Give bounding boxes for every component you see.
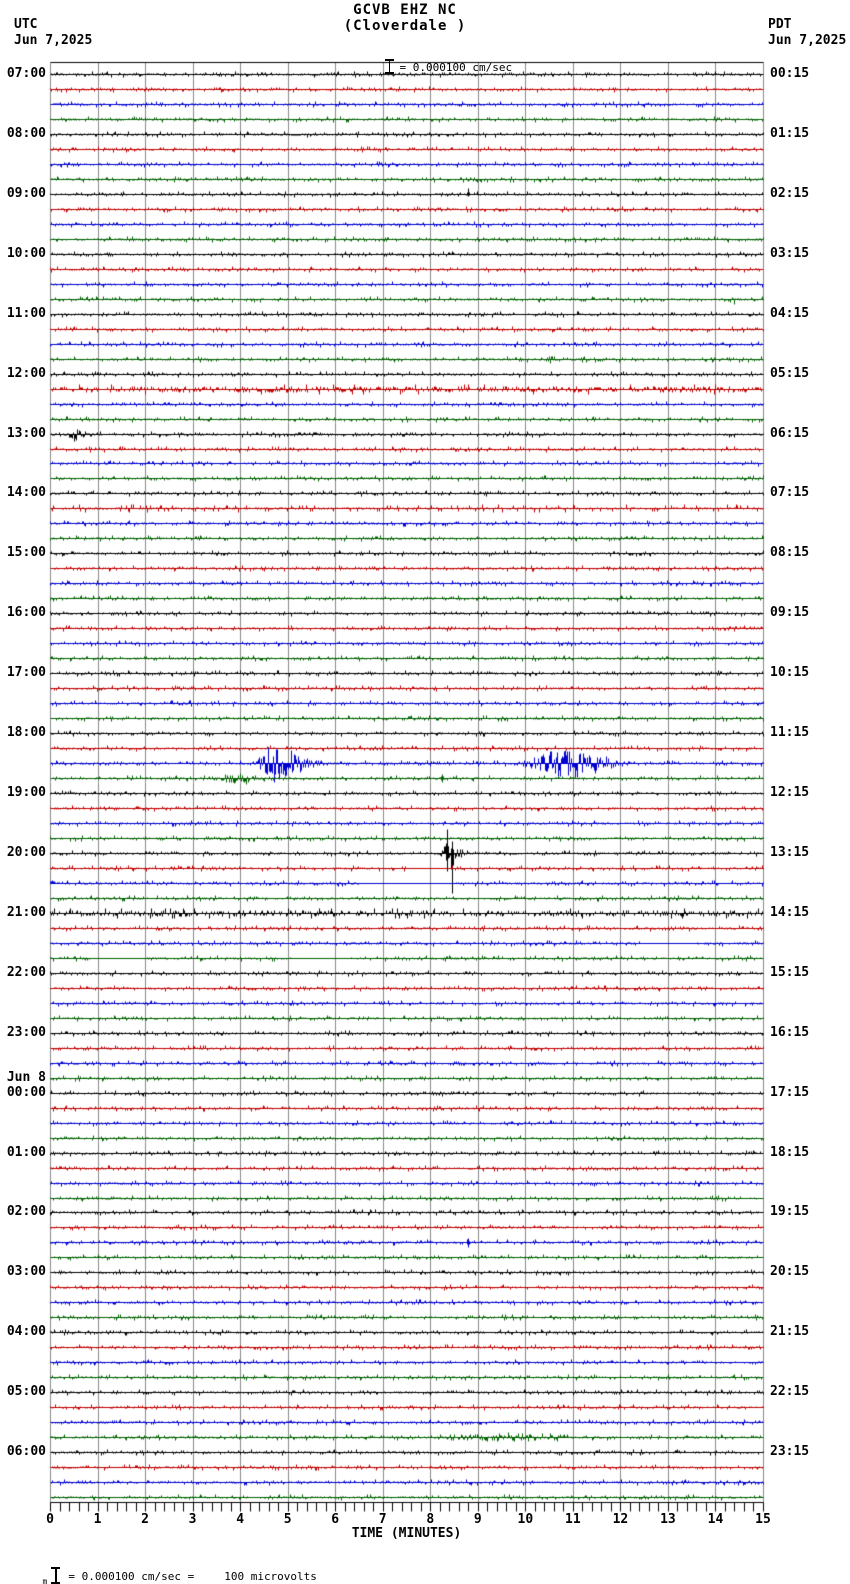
pdt-hour-label: 17:15 — [770, 1084, 810, 1100]
pdt-hour-label: 16:15 — [770, 1024, 810, 1040]
x-axis-tick-label: 6 — [331, 1512, 340, 1527]
footer-note-left: = 0.000100 cm/sec = — [68, 1570, 195, 1583]
pdt-hour-label: 10:15 — [770, 665, 810, 681]
utc-hour-label: 08:00 — [6, 125, 46, 141]
scale-bar: = 0.000100 cm/sec — [346, 37, 512, 94]
pdt-hour-label: 12:15 — [770, 785, 810, 801]
utc-hour-label: 21:00 — [6, 904, 46, 920]
utc-hour-label: 01:00 — [6, 1144, 46, 1160]
x-axis-tick-label: 2 — [141, 1512, 149, 1527]
pdt-hour-label: 07:15 — [770, 485, 810, 501]
pdt-hour-label: 08:15 — [770, 545, 810, 561]
utc-hour-label: 09:00 — [6, 185, 46, 201]
pdt-hour-label: 09:15 — [770, 605, 810, 621]
x-axis-tick-label: 8 — [426, 1512, 435, 1527]
pdt-hour-label: 01:15 — [770, 125, 810, 141]
left-date-label: Jun 7,2025 — [14, 33, 93, 48]
station-location: (Cloverdale ) — [343, 18, 467, 34]
pdt-hour-label: 05:15 — [770, 365, 810, 381]
pdt-hour-label: 11:15 — [770, 725, 810, 741]
scale-label: = 0.000100 cm/sec — [399, 61, 513, 74]
utc-hour-label: 18:00 — [6, 725, 46, 741]
utc-hour-label: 19:00 — [6, 785, 46, 801]
pdt-hour-label: 13:15 — [770, 844, 810, 860]
utc-date-label: Jun 8 — [6, 1069, 46, 1085]
utc-hour-label: 22:00 — [6, 964, 46, 980]
utc-hour-label: 07:00 — [6, 66, 46, 81]
station-title: GCVB EHZ NC — [353, 2, 457, 18]
utc-hour-label: 11:00 — [6, 305, 46, 321]
pdt-hour-label: 03:15 — [770, 245, 810, 261]
x-axis-tick-label: 5 — [283, 1512, 292, 1527]
x-axis-tick-label: 12 — [612, 1512, 629, 1527]
x-axis-tick-label: 15 — [755, 1512, 771, 1527]
helicorder-page: UTC Jun 7,2025 GCVB EHZ NC (Cloverdale )… — [0, 0, 850, 1584]
x-axis-tick-label: 3 — [188, 1512, 197, 1527]
utc-hour-label: 20:00 — [6, 844, 46, 860]
x-axis-tick-label: 7 — [378, 1512, 387, 1527]
footer-ibeam-icon — [51, 1567, 61, 1584]
footer-note-right: 100 microvolts — [224, 1570, 317, 1583]
utc-hour-label: 03:00 — [6, 1264, 46, 1280]
utc-hour-label: 17:00 — [6, 665, 46, 681]
utc-hour-label: 23:00 — [6, 1024, 46, 1040]
x-axis-tick-label: 13 — [660, 1512, 676, 1527]
utc-hour-label: 13:00 — [6, 425, 46, 441]
x-axis-tick-label: 10 — [517, 1512, 534, 1527]
helicorder-canvas — [0, 0, 850, 1584]
pdt-hour-label: 18:15 — [770, 1144, 810, 1160]
utc-hour-label: 05:00 — [6, 1384, 46, 1400]
utc-hour-label: 16:00 — [6, 605, 46, 621]
utc-hour-label: 02:00 — [6, 1204, 46, 1220]
x-axis-tick-label: 0 — [46, 1512, 54, 1527]
utc-hour-label: 00:00 — [6, 1084, 46, 1100]
utc-hour-label: 10:00 — [6, 245, 46, 261]
utc-hour-label: 14:00 — [6, 485, 46, 501]
pdt-hour-label: 04:15 — [770, 305, 810, 321]
pdt-hour-label: 20:15 — [770, 1264, 810, 1280]
utc-hour-label: 04:00 — [6, 1324, 46, 1340]
pdt-hour-label: 14:15 — [770, 904, 810, 920]
x-axis-tick-label: 14 — [707, 1512, 724, 1527]
utc-hour-label: 12:00 — [6, 365, 46, 381]
pdt-hour-label: 22:15 — [770, 1384, 810, 1400]
pdt-hour-label: 19:15 — [770, 1204, 810, 1220]
pdt-hour-label: 23:15 — [770, 1444, 810, 1460]
footer-scale-note: m = 0.000100 cm/sec = 100 microvolts — [4, 1546, 317, 1584]
right-timezone-label: PDT — [768, 17, 792, 32]
left-timezone-label: UTC — [14, 17, 38, 32]
pdt-hour-label: 21:15 — [770, 1324, 810, 1340]
x-axis-tick-label: 9 — [473, 1512, 482, 1527]
right-date-label: Jun 7,2025 — [768, 33, 847, 48]
utc-hour-label: 06:00 — [6, 1444, 46, 1460]
pdt-hour-label: 15:15 — [770, 964, 810, 980]
pdt-hour-label: 06:15 — [770, 425, 810, 441]
x-axis-tick-label: 11 — [565, 1512, 581, 1527]
x-axis-tick-label: 1 — [93, 1512, 102, 1527]
utc-hour-label: 15:00 — [6, 545, 46, 561]
x-axis-title: TIME (MINUTES) — [351, 1526, 462, 1541]
pdt-hour-label: 02:15 — [770, 185, 810, 201]
x-axis-tick-label: 4 — [236, 1512, 245, 1527]
pdt-hour-label: 00:15 — [770, 66, 810, 81]
footer-prefix-glyph: m — [42, 1577, 48, 1584]
scale-ibeam-icon — [384, 59, 394, 74]
